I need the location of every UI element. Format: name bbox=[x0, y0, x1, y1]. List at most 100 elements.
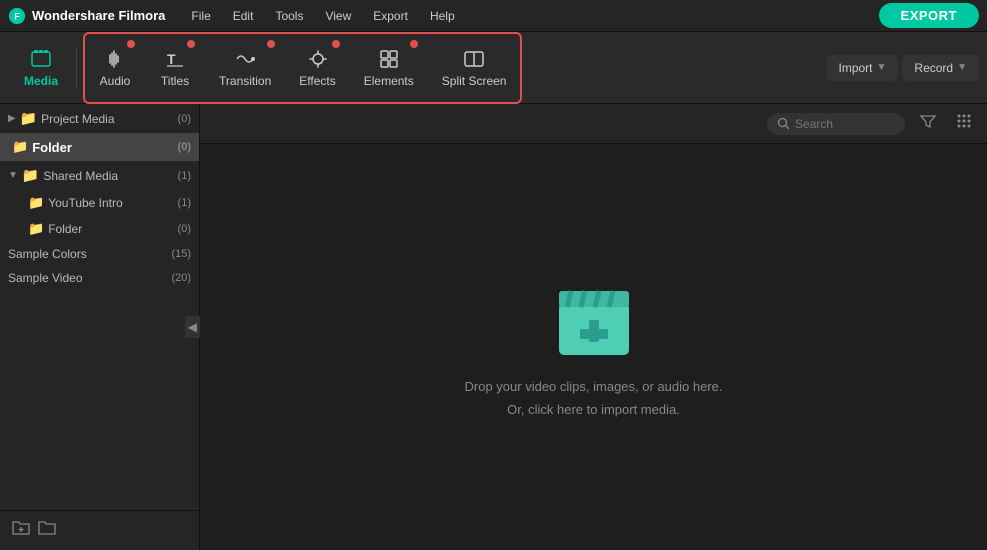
filter-button[interactable] bbox=[913, 110, 943, 137]
record-label: Record bbox=[914, 61, 953, 75]
media-area: Drop your video clips, images, or audio … bbox=[200, 104, 987, 550]
elements-dot-badge bbox=[410, 40, 418, 48]
drop-text: Drop your video clips, images, or audio … bbox=[465, 375, 723, 422]
folder-icon-project: 📁 bbox=[20, 110, 37, 127]
sidebar-section-header-shared-media[interactable]: ▼ 📁 Shared Media (1) bbox=[0, 161, 199, 190]
menu-export[interactable]: Export bbox=[363, 6, 418, 26]
add-folder-icon bbox=[12, 519, 30, 537]
toolbar-right: Import ▼ Record ▼ bbox=[826, 55, 979, 81]
toolbar-media[interactable]: Media bbox=[8, 34, 74, 102]
sidebar-wrapper: ▶ 📁 Project Media (0) 📁 Folder (0) bbox=[0, 104, 200, 550]
sidebar-collapse-arrow[interactable]: ◀ bbox=[185, 316, 200, 338]
media-icon bbox=[30, 48, 52, 70]
search-box[interactable] bbox=[767, 113, 905, 135]
shared-media-count: (1) bbox=[178, 170, 191, 182]
folder-selected-count: (0) bbox=[178, 141, 191, 153]
logo-icon: F bbox=[8, 7, 26, 25]
drop-text-line2: Or, click here to import media. bbox=[465, 398, 723, 421]
sidebar-item-sample-video[interactable]: Sample Video (20) bbox=[0, 266, 199, 290]
effects-icon bbox=[307, 48, 329, 70]
menu-view[interactable]: View bbox=[315, 6, 361, 26]
folder-icon-shared: 📁 bbox=[22, 167, 39, 184]
transition-dot-badge bbox=[267, 40, 275, 48]
folder-icon-child: 📁 bbox=[28, 221, 44, 237]
record-dropdown-arrow: ▼ bbox=[957, 62, 967, 73]
sidebar-item-folder-child[interactable]: 📁 Folder (0) bbox=[0, 216, 199, 242]
new-folder-button[interactable] bbox=[38, 519, 56, 542]
media-toolbar bbox=[200, 104, 987, 144]
sidebar-content: ▶ 📁 Project Media (0) 📁 Folder (0) bbox=[0, 104, 199, 510]
titles-dot-badge bbox=[187, 40, 195, 48]
add-folder-button[interactable] bbox=[12, 519, 30, 542]
chevron-project-media: ▶ bbox=[8, 113, 16, 124]
project-media-label: Project Media bbox=[41, 112, 114, 126]
grid-icon bbox=[955, 112, 973, 130]
sidebar-section-project-media: ▶ 📁 Project Media (0) 📁 Folder (0) bbox=[0, 104, 199, 161]
sidebar-section-shared-media: ▼ 📁 Shared Media (1) 📁 YouTube Intro (1)… bbox=[0, 161, 199, 242]
menu-file[interactable]: File bbox=[181, 6, 220, 26]
sidebar: ▶ 📁 Project Media (0) 📁 Folder (0) bbox=[0, 104, 200, 550]
split-screen-icon bbox=[463, 48, 485, 70]
transition-icon bbox=[234, 48, 256, 70]
audio-icon bbox=[104, 48, 126, 70]
titles-icon: T bbox=[164, 48, 186, 70]
toolbar-transition[interactable]: Transition bbox=[205, 34, 285, 102]
svg-text:T: T bbox=[167, 51, 176, 67]
audio-dot-badge bbox=[127, 40, 135, 48]
sample-colors-label: Sample Colors bbox=[8, 247, 87, 261]
sidebar-item-youtube-intro[interactable]: 📁 YouTube Intro (1) bbox=[0, 190, 199, 216]
effects-label: Effects bbox=[299, 74, 335, 88]
sample-video-count: (20) bbox=[171, 272, 191, 284]
import-button[interactable]: Import ▼ bbox=[826, 55, 898, 81]
toolbar-effects[interactable]: Effects bbox=[285, 34, 349, 102]
toolbar-titles[interactable]: T Titles bbox=[145, 34, 205, 102]
sample-video-label: Sample Video bbox=[8, 271, 83, 285]
import-dropdown-arrow: ▼ bbox=[877, 62, 887, 73]
main-content: ▶ 📁 Project Media (0) 📁 Folder (0) bbox=[0, 104, 987, 550]
project-media-count: (0) bbox=[178, 113, 191, 125]
toolbar-split-screen[interactable]: Split Screen bbox=[428, 34, 521, 102]
menu-bar: File Edit Tools View Export Help bbox=[181, 6, 464, 26]
effects-dot-badge bbox=[332, 40, 340, 48]
export-button[interactable]: EXPORT bbox=[879, 3, 979, 28]
app-logo: F Wondershare Filmora bbox=[8, 7, 165, 25]
folder-icon-youtube: 📁 bbox=[28, 195, 44, 211]
sidebar-footer bbox=[0, 510, 199, 550]
folder-child-count: (0) bbox=[178, 223, 191, 235]
clapperboard-icon bbox=[549, 273, 639, 363]
sample-colors-count: (15) bbox=[171, 248, 191, 260]
folder-icon-selected: 📁 bbox=[12, 139, 28, 155]
menu-edit[interactable]: Edit bbox=[223, 6, 264, 26]
toolbar-separator-1 bbox=[76, 48, 77, 88]
toolbar-group-bordered: Audio T Titles Transition bbox=[83, 32, 522, 104]
sidebar-item-sample-colors[interactable]: Sample Colors (15) bbox=[0, 242, 199, 266]
elements-label: Elements bbox=[364, 74, 414, 88]
menu-help[interactable]: Help bbox=[420, 6, 465, 26]
search-input[interactable] bbox=[795, 117, 895, 131]
sidebar-section-header-project-media[interactable]: ▶ 📁 Project Media (0) bbox=[0, 104, 199, 133]
menu-tools[interactable]: Tools bbox=[265, 6, 313, 26]
toolbar-audio[interactable]: Audio bbox=[85, 34, 145, 102]
title-bar: F Wondershare Filmora File Edit Tools Vi… bbox=[0, 0, 987, 32]
audio-label: Audio bbox=[100, 74, 131, 88]
filter-icon bbox=[919, 112, 937, 130]
youtube-intro-label: YouTube Intro bbox=[48, 196, 123, 210]
main-toolbar: Media Audio T Titles bbox=[0, 32, 987, 104]
record-button[interactable]: Record ▼ bbox=[902, 55, 979, 81]
chevron-shared-media: ▼ bbox=[8, 170, 18, 181]
svg-text:F: F bbox=[14, 11, 20, 21]
drop-text-line1: Drop your video clips, images, or audio … bbox=[465, 375, 723, 398]
split-screen-label: Split Screen bbox=[442, 74, 507, 88]
import-label: Import bbox=[838, 61, 872, 75]
toolbar-elements[interactable]: Elements bbox=[350, 34, 428, 102]
app-name: Wondershare Filmora bbox=[32, 8, 165, 23]
sidebar-item-folder-selected[interactable]: 📁 Folder (0) bbox=[0, 133, 199, 161]
new-folder-icon bbox=[38, 519, 56, 537]
elements-icon bbox=[378, 48, 400, 70]
titles-label: Titles bbox=[161, 74, 189, 88]
media-label: Media bbox=[24, 74, 58, 88]
grid-button[interactable] bbox=[951, 110, 977, 137]
shared-media-label: Shared Media bbox=[43, 169, 118, 183]
youtube-intro-count: (1) bbox=[178, 197, 191, 209]
media-drop-zone[interactable]: Drop your video clips, images, or audio … bbox=[200, 144, 987, 550]
